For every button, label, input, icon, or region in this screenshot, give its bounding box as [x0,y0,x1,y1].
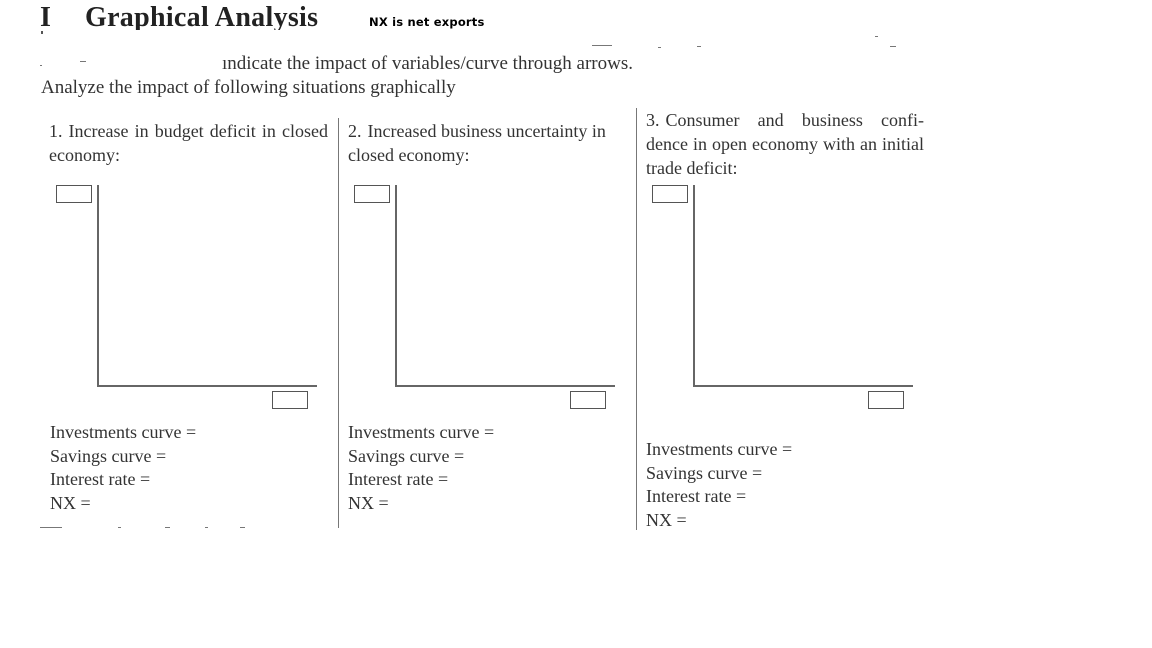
interest-rate-field[interactable]: Interest rate = [348,468,494,492]
stray-mark [41,31,43,34]
panel-3-y-axis [693,185,695,386]
panel-3-x-axis-label-box[interactable] [868,391,904,409]
instruction-text: ındicate the impact of variables/curve t… [222,53,633,74]
interest-rate-field[interactable]: Interest rate = [50,468,196,492]
savings-curve-field[interactable]: Savings curve = [646,462,792,486]
panel-2-x-axis-label-box[interactable] [570,391,606,409]
scan-speck [80,61,86,62]
panel-1-results: Investments curve = Savings curve = Inte… [50,421,196,515]
panel-1-y-axis-label-box[interactable] [56,185,92,203]
remnant-mark [240,527,245,528]
remnant-mark [40,527,62,528]
interest-rate-field[interactable]: Interest rate = [646,485,792,509]
panel-3-y-axis-label-box[interactable] [652,185,688,203]
net-exports-note: NX is net exports [369,15,485,29]
section-title: Graphical Analysis [85,2,319,30]
panel-1-x-axis-label-box[interactable] [272,391,308,409]
panel-3-prompt-text: Consumer and business confi- dence in op… [646,110,924,178]
panel-2-y-axis-label-box[interactable] [354,185,390,203]
section-number: I [40,2,51,33]
remnant-mark [165,527,170,528]
investments-curve-field[interactable]: Investments curve = [348,421,494,445]
panel-2-x-axis [395,385,615,387]
panel-3-prompt: 3. Consumer and business confi- dence in … [646,108,924,180]
investments-curve-field[interactable]: Investments curve = [50,421,196,445]
panel-2-number: 2. [348,121,362,141]
panel-2-results: Investments curve = Savings curve = Inte… [348,421,494,515]
scan-speck [592,45,612,46]
savings-curve-field[interactable]: Savings curve = [50,445,196,469]
remnant-mark [118,527,121,528]
panel-1-prompt: 1. Increase in budget deficit in closed e… [49,119,328,167]
panel-1-y-axis [97,185,99,386]
scan-speck [875,36,878,37]
panel-3-results: Investments curve = Savings curve = Inte… [646,438,792,532]
scan-speck [40,65,42,66]
scan-speck [890,46,896,47]
panel-1-x-axis [97,385,317,387]
nx-field[interactable]: NX = [646,509,792,533]
column-divider [338,118,339,528]
cropped-text-remnant [40,527,250,529]
remnant-mark [205,527,208,528]
analyze-prompt: Analyze the impact of following situatio… [41,77,456,98]
savings-curve-field[interactable]: Savings curve = [348,445,494,469]
investments-curve-field[interactable]: Investments curve = [646,438,792,462]
nx-field[interactable]: NX = [348,492,494,516]
panel-1-prompt-text: Increase in budget deficit in closed eco… [49,121,328,165]
column-divider [636,108,637,530]
panel-1-number: 1. [49,121,63,141]
panel-2-y-axis [395,185,397,386]
scan-speck [658,47,661,48]
panel-2-prompt: 2. Increased business uncertainty in clos… [348,119,628,167]
panel-3-x-axis [693,385,913,387]
panel-3-number: 3. [646,110,660,130]
nx-field[interactable]: NX = [50,492,196,516]
panel-2-prompt-text: Increased business uncertainty in closed… [348,121,606,165]
scan-speck [697,46,701,47]
